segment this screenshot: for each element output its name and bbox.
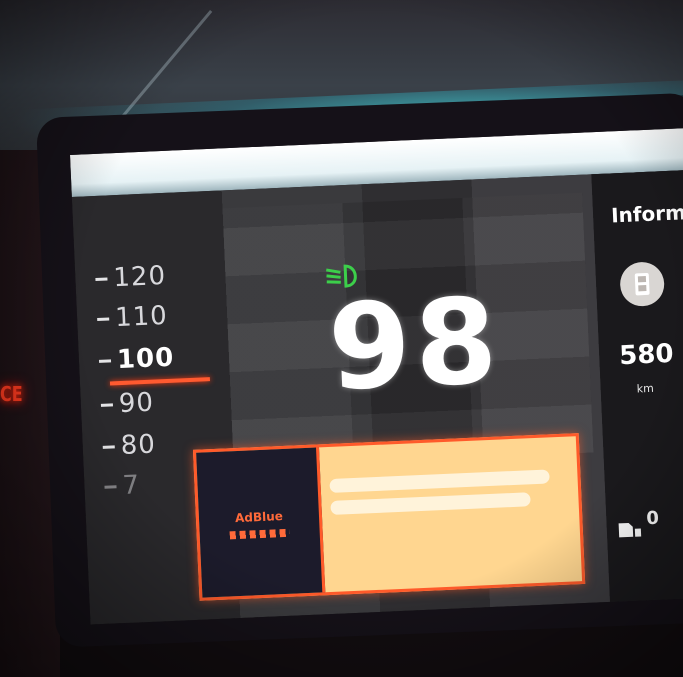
speed-tick: 110 bbox=[97, 301, 168, 334]
adblue-alert-message bbox=[329, 461, 571, 523]
speed-tick: 90 bbox=[100, 388, 155, 420]
adblue-icon-label: AdBlue bbox=[234, 509, 284, 526]
warning-led: CE bbox=[0, 382, 23, 406]
speed-tick: 80 bbox=[102, 430, 156, 462]
info-panel-title: Inform bbox=[610, 200, 683, 228]
speed-tick-current-marker bbox=[109, 377, 210, 386]
adblue-wave-icon bbox=[229, 528, 290, 540]
adblue-alert-icon-panel: AdBlue bbox=[196, 447, 326, 598]
adblue-alert-popup: AdBlue bbox=[192, 433, 586, 601]
range-value: 580 bbox=[618, 338, 675, 372]
range-unit: km bbox=[636, 381, 655, 396]
speed-tick-current: 100 bbox=[98, 343, 175, 376]
instrument-cluster-screen: 120 110 100 90 80 7 98 Inform 580 km 0 A… bbox=[70, 127, 683, 625]
speed-tick: 120 bbox=[95, 261, 167, 294]
alert-message-line bbox=[329, 469, 550, 493]
trip-icon bbox=[618, 522, 642, 538]
fuel-range-icon bbox=[619, 261, 666, 308]
trip-value: 0 bbox=[645, 507, 660, 530]
current-speed: 98 bbox=[325, 271, 504, 417]
speed-tick: 7 bbox=[104, 470, 141, 502]
alert-message-line bbox=[330, 492, 531, 515]
